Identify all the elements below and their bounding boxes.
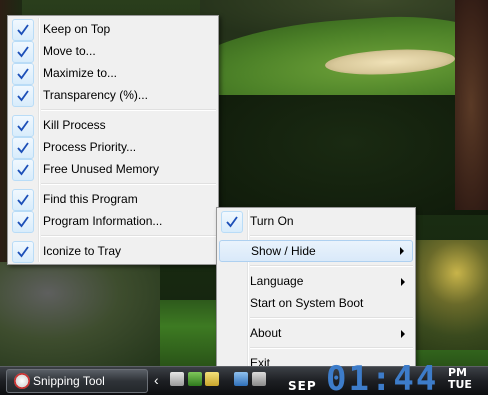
checkmark-icon (12, 19, 34, 41)
printer-icon[interactable] (170, 372, 184, 386)
menu-item-label: Show / Hide (251, 244, 316, 258)
menu-item-label: Start on System Boot (250, 296, 364, 310)
menu-item-find-this-program[interactable]: Find this Program (8, 188, 218, 211)
menu-item-maximize-to[interactable]: Maximize to... (8, 62, 218, 85)
menu-item-show-hide[interactable]: Show / Hide (219, 240, 413, 262)
menu-item-process-priority[interactable]: Process Priority... (8, 136, 218, 159)
menu-item-label: Iconize to Tray (43, 244, 122, 258)
menu-separator (250, 265, 413, 267)
menu-item-label: About (250, 326, 282, 340)
taskbar-button-label: Snipping Tool (33, 374, 105, 388)
checkmark-icon (12, 211, 34, 233)
menu-item-label: Process Priority... (43, 140, 137, 154)
menu-item-label: Move to... (43, 44, 96, 58)
menu-separator (250, 235, 413, 237)
submenu-arrow-icon (401, 278, 405, 286)
menu-item-free-unused-memory[interactable]: Free Unused Memory (8, 158, 218, 181)
checkmark-icon (12, 159, 34, 181)
menu-item-language[interactable]: Language (217, 270, 415, 292)
submenu-arrow-icon (401, 330, 405, 338)
clock-time[interactable]: 01:44 (326, 359, 438, 399)
menu-separator (250, 317, 413, 319)
menu-item-label: Keep on Top (43, 22, 111, 36)
tray-context-menu: Turn On Show / Hide Language Start on Sy… (216, 207, 416, 377)
checkmark-icon (12, 115, 34, 137)
clock-ampm-day: PM TUE (448, 367, 472, 391)
menu-separator (41, 109, 216, 111)
volume-icon[interactable] (252, 372, 266, 386)
checkmark-icon (12, 189, 34, 211)
menu-item-kill-process[interactable]: Kill Process (8, 114, 218, 137)
show-hidden-icons-chevron-icon[interactable]: ‹ (154, 371, 159, 389)
network-icon[interactable] (234, 372, 248, 386)
snipping-tool-icon (14, 373, 30, 389)
clock-day: TUE (448, 378, 472, 391)
menu-item-label: Kill Process (43, 118, 106, 132)
checkmark-icon (12, 63, 34, 85)
menu-item-turn-on[interactable]: Turn On (217, 210, 415, 233)
menu-item-keep-on-top[interactable]: Keep on Top (8, 18, 218, 41)
checkmark-icon (12, 137, 34, 159)
menu-separator (41, 235, 216, 237)
menu-separator (41, 183, 216, 185)
taskbar-button-snipping-tool[interactable]: Snipping Tool (6, 369, 148, 393)
menu-item-transparency[interactable]: Transparency (%)... (8, 84, 218, 107)
submenu-arrow-icon (400, 247, 404, 255)
checkmark-icon (221, 211, 243, 233)
checkmark-icon (12, 85, 34, 107)
menu-item-label: Language (250, 274, 304, 288)
wallpaper-tree (455, 0, 488, 210)
folder-icon[interactable] (205, 372, 219, 386)
clock-month: SEP (288, 379, 317, 393)
menu-item-label: Transparency (%)... (43, 88, 148, 102)
menu-item-move-to[interactable]: Move to... (8, 40, 218, 63)
window-options-menu: Keep on Top Move to... Maximize to... Tr… (7, 15, 219, 265)
menu-item-about[interactable]: About (217, 322, 415, 344)
menu-item-label: Free Unused Memory (43, 162, 160, 176)
wallpaper-shadow (210, 95, 488, 215)
checkmark-icon (12, 41, 34, 63)
menu-item-start-on-system-boot[interactable]: Start on System Boot (217, 292, 415, 314)
app-tray-icon[interactable] (188, 372, 202, 386)
wallpaper-flowers (410, 240, 488, 350)
menu-item-label: Find this Program (43, 192, 138, 206)
menu-item-label: Turn On (250, 214, 294, 228)
menu-item-label: Program Information... (43, 214, 163, 228)
menu-item-label: Maximize to... (43, 66, 118, 80)
menu-item-iconize-to-tray[interactable]: Iconize to Tray (8, 240, 218, 263)
checkmark-icon (12, 241, 34, 263)
menu-item-program-information[interactable]: Program Information... (8, 210, 218, 233)
taskbar: Snipping Tool ‹ SEP 01:44 PM TUE (0, 359, 488, 399)
menu-separator (250, 347, 413, 349)
wallpaper-bush (0, 262, 160, 366)
